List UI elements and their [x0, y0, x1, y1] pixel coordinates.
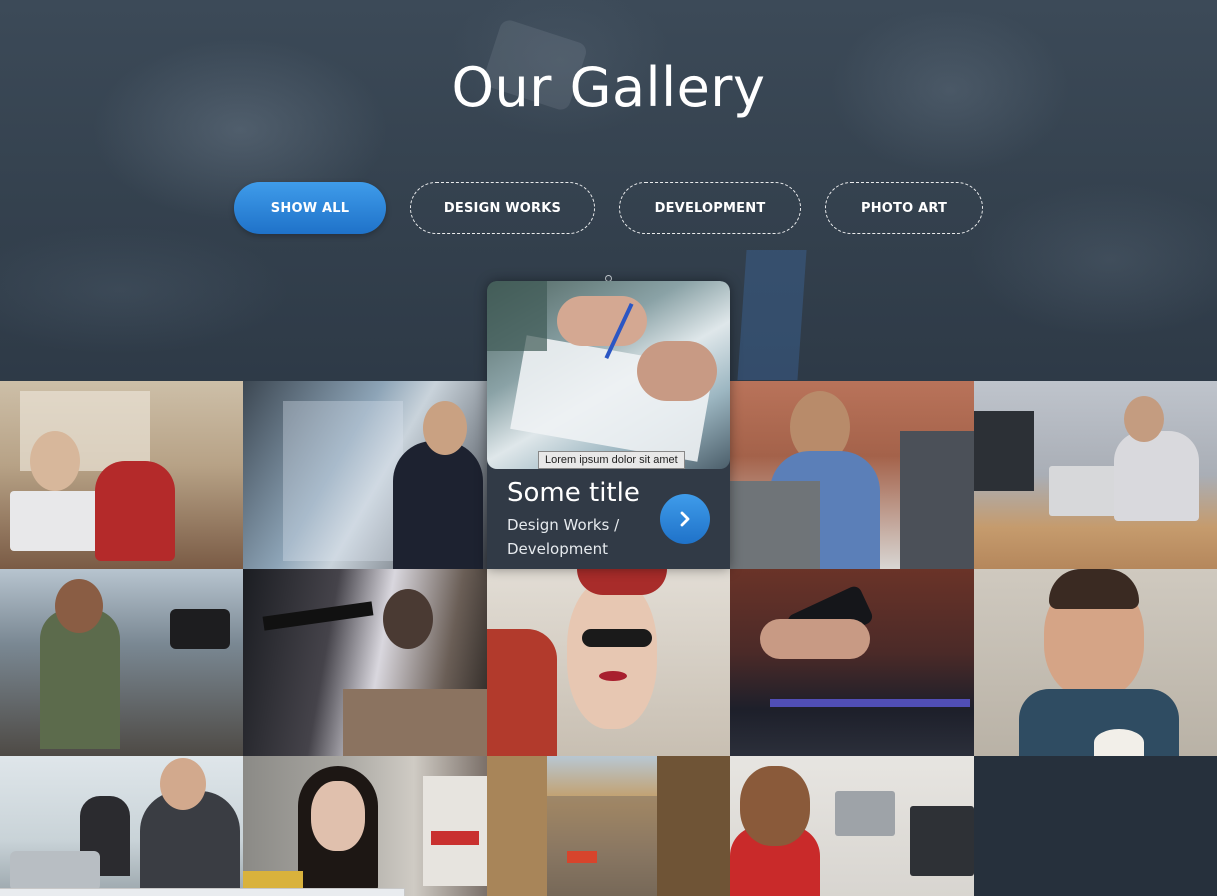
filter-photo-art-button[interactable]: PHOTO ART	[825, 182, 983, 234]
filter-show-all-button[interactable]: SHOW ALL	[234, 182, 386, 234]
gallery-tile-businessman-with-phone[interactable]	[243, 381, 487, 569]
gallery-tile-man-with-headphones-at-desk[interactable]	[974, 381, 1217, 569]
featured-image-document-signing	[487, 281, 730, 469]
featured-open-button[interactable]	[660, 494, 710, 544]
hero-background-card	[737, 250, 807, 380]
chevron-right-icon	[680, 511, 690, 527]
gallery-empty-cell	[974, 756, 1217, 896]
gallery-tile-city-street-buildings[interactable]	[487, 756, 730, 896]
page-title: Our Gallery	[451, 56, 766, 119]
gallery-tile-woman-aiming-gun[interactable]	[243, 569, 487, 756]
filter-design-works-button[interactable]: DESIGN WORKS	[410, 182, 595, 234]
gallery-tile-woman-with-sunglasses[interactable]	[487, 569, 730, 756]
gallery-tile-smiling-man-in-office[interactable]	[974, 569, 1217, 756]
tooltip: Lorem ipsum dolor sit amet	[538, 451, 685, 469]
gallery-tile-woman-in-city-street[interactable]	[243, 756, 487, 896]
featured-gallery-card[interactable]: Some title Design Works / Development	[487, 281, 730, 569]
gallery-tile-developers-at-laptops[interactable]	[730, 381, 974, 569]
gallery-tile-man-presenting[interactable]	[0, 756, 243, 896]
gallery-tile-protest-photographers[interactable]	[0, 569, 243, 756]
gallery-tile-boy-with-laptop[interactable]	[730, 756, 974, 896]
featured-title: Some title	[507, 478, 640, 508]
filter-development-button[interactable]: DEVELOPMENT	[619, 182, 801, 234]
gallery-tile-kids-with-laptop[interactable]	[0, 381, 243, 569]
browser-status-bar	[0, 888, 405, 896]
featured-category: Design Works / Development	[507, 516, 620, 558]
gallery-tile-hands-with-smartphone[interactable]	[730, 569, 974, 756]
